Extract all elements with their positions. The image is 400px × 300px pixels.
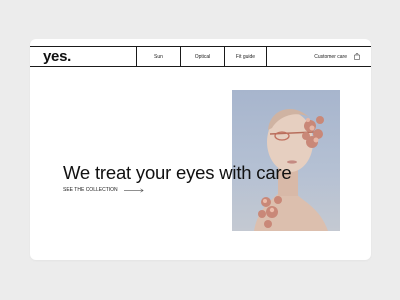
nav-item-fit-guide[interactable]: Fit guide [224,47,267,66]
hero-image [232,90,340,231]
model-with-flowers-illustration [254,108,328,231]
see-collection-label: SEE THE COLLECTION [63,187,118,193]
arrow-right-icon [123,188,144,192]
hero-headline: We treat your eyes with care [63,162,292,183]
nav-item-sun[interactable]: Sun [136,47,180,66]
top-navigation: yes. Sun Optical Fit guide Customer care [30,46,371,67]
nav-right-group: Customer care [267,47,371,66]
customer-care-link[interactable]: Customer care [314,54,347,60]
page-card: yes. Sun Optical Fit guide Customer care [30,39,371,260]
see-collection-link[interactable]: SEE THE COLLECTION [63,187,144,193]
nav-item-optical[interactable]: Optical [180,47,224,66]
brand-logo[interactable]: yes. [30,47,136,66]
shopping-bag-icon[interactable] [354,53,360,60]
